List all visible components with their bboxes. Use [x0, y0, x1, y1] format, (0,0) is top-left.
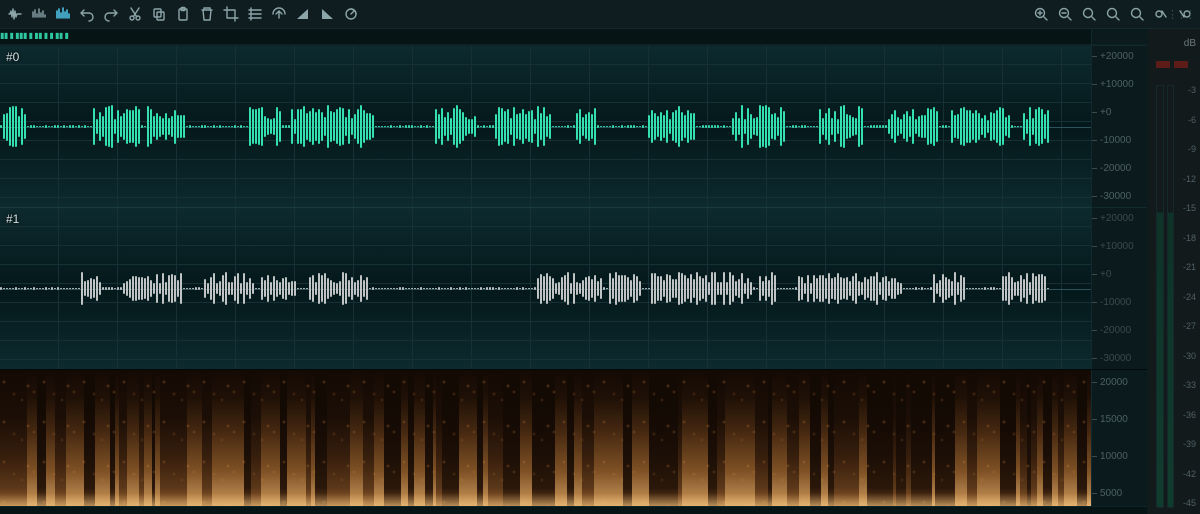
- view-waveform-icon[interactable]: [4, 3, 26, 25]
- fade-in-icon[interactable]: [244, 3, 266, 25]
- paste-icon[interactable]: [172, 3, 194, 25]
- timeline-ruler[interactable]: ▮▮ ▮ ▮▮▮ ▮ ▮▮ ▮ ▮ ▮▮ ▮: [0, 29, 1091, 45]
- ramp-down-icon[interactable]: [316, 3, 338, 25]
- zoom-in-icon[interactable]: [1030, 3, 1052, 25]
- clip-indicator-left[interactable]: [1156, 61, 1170, 68]
- waveform-track-0[interactable]: #0: [0, 45, 1091, 207]
- ramp-up-icon[interactable]: [292, 3, 314, 25]
- zoom-1to1-icon[interactable]: [1126, 3, 1148, 25]
- redo-icon[interactable]: [100, 3, 122, 25]
- view-bars-icon[interactable]: [28, 3, 50, 25]
- channel-label: #1: [6, 212, 19, 226]
- meter-unit-label: dB: [1148, 29, 1200, 58]
- crop-icon[interactable]: [220, 3, 242, 25]
- waveform-1: [0, 259, 1091, 319]
- zoom-selection-icon[interactable]: [1078, 3, 1100, 25]
- zoom-fit-icon[interactable]: [1102, 3, 1124, 25]
- meter-bar-left: [1156, 85, 1164, 508]
- waveform-area: ▮▮ ▮ ▮▮▮ ▮ ▮▮ ▮ ▮ ▮▮ ▮ #0 #1: [0, 29, 1147, 370]
- insert-silence-icon[interactable]: [268, 3, 290, 25]
- panel-grip-icon[interactable]: ⋮⋮⋮: [1167, 8, 1194, 21]
- clip-indicator-right[interactable]: [1174, 61, 1188, 68]
- channel-label: #0: [6, 50, 19, 64]
- waveform-track-1[interactable]: #1: [0, 207, 1091, 369]
- toolbar: ⋮⋮⋮: [0, 0, 1200, 29]
- meter-bar-right: [1167, 85, 1175, 508]
- undo-icon[interactable]: [76, 3, 98, 25]
- level-meter: dB -3-6-9-12-15-18-21-24-27-30-33-36-39-…: [1147, 29, 1200, 514]
- amplitude-scale: +20000+10000+0-10000-20000-30000 +20000+…: [1091, 29, 1147, 369]
- delete-icon[interactable]: [196, 3, 218, 25]
- spectrogram-canvas[interactable]: [0, 370, 1091, 506]
- frequency-scale: 2000015000100005000: [1091, 370, 1147, 506]
- zoom-out-icon[interactable]: [1054, 3, 1076, 25]
- view-spectral-icon[interactable]: [52, 3, 74, 25]
- cut-icon[interactable]: [124, 3, 146, 25]
- bottom-ruler[interactable]: [0, 506, 1147, 514]
- waveform-0: [0, 97, 1091, 157]
- marker-strip: ▮▮ ▮ ▮▮▮ ▮ ▮▮ ▮ ▮ ▮▮ ▮: [0, 31, 68, 40]
- spectrogram-area: 2000015000100005000: [0, 370, 1147, 506]
- copy-icon[interactable]: [148, 3, 170, 25]
- analyze-icon[interactable]: [340, 3, 362, 25]
- meter-scale: -3-6-9-12-15-18-21-24-27-30-33-36-39-42-…: [1174, 85, 1196, 508]
